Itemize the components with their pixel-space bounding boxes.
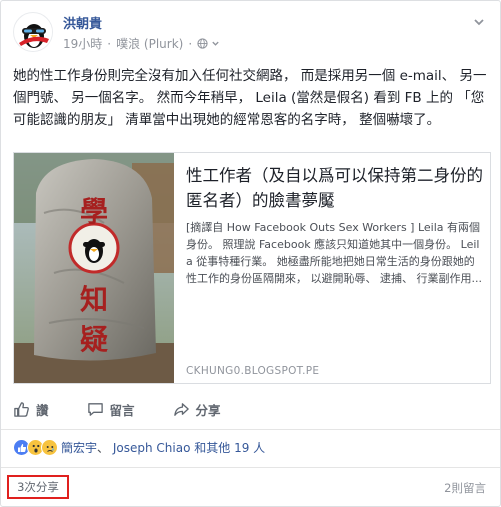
- stone-char-1: 學: [80, 195, 108, 228]
- share-button[interactable]: 分享: [173, 400, 221, 419]
- like-label: 讚: [36, 402, 49, 418]
- meta-separator-2: ·: [188, 36, 193, 51]
- link-domain: CKHUNG0.BLOGSPOT.PE: [186, 365, 320, 377]
- post-text: 她的性工作身份則完全沒有加入任何社交網路， 而是採用另一個 e-mail、 另一…: [13, 68, 487, 128]
- share-arrow-icon: [173, 402, 189, 416]
- share-label: 分享: [195, 402, 221, 418]
- comment-label: 留言: [109, 402, 135, 418]
- sad-reaction-icon: [41, 439, 58, 456]
- reactions-summary[interactable]: 簡宏宇、 Joseph Chiao 和其他 19 人: [13, 439, 265, 456]
- post-actions: 讚 留言 分享: [13, 396, 489, 422]
- stone-char-3: 疑: [80, 323, 108, 356]
- chevron-down-icon[interactable]: [472, 15, 486, 29]
- link-title[interactable]: 性工作者（及自以爲可以保持第二身份的匿名者）的臉書夢魘: [186, 163, 484, 213]
- comment-icon: [87, 402, 103, 416]
- reactor-others[interactable]: 和其他 19 人: [194, 441, 265, 455]
- link-preview-body[interactable]: 性工作者（及自以爲可以保持第二身份的匿名者）的臉書夢魘 [摘譯自 How Fac…: [186, 163, 484, 289]
- author-avatar[interactable]: [13, 12, 53, 52]
- share-count[interactable]: 3次分享: [7, 475, 69, 499]
- author-name[interactable]: 洪朝貴: [63, 13, 102, 32]
- reactor-2[interactable]: Joseph Chiao: [113, 441, 191, 455]
- stone-sign-image: 學 知 疑: [14, 153, 174, 383]
- reaction-icons[interactable]: [13, 439, 58, 456]
- globe-icon[interactable]: [197, 38, 208, 49]
- penguin-avatar-icon: [15, 14, 52, 51]
- link-description: [摘譯自 How Facebook Outs Sex Workers ] Lei…: [186, 221, 482, 285]
- link-preview-card[interactable]: 學 知 疑 性工作者（及自以爲可以保持第二身份的匿名者）的臉書夢魘 [摘譯自 H…: [13, 152, 491, 384]
- post-timestamp[interactable]: 19小時: [63, 35, 102, 52]
- thumbs-up-icon: [14, 401, 29, 417]
- reactor-1[interactable]: 簡宏宇: [61, 441, 97, 455]
- link-preview-image[interactable]: 學 知 疑: [14, 153, 174, 383]
- divider-2: [1, 467, 500, 468]
- divider: [1, 429, 500, 430]
- post-meta: 19小時 · 噗浪 (Plurk) ·: [63, 35, 220, 52]
- meta-separator: ·: [107, 36, 112, 51]
- comment-button[interactable]: 留言: [87, 400, 135, 419]
- post-card: 洪朝貴 19小時 · 噗浪 (Plurk) · 她的性工作身份則完全沒有加入任何…: [0, 0, 501, 507]
- comment-count[interactable]: 2則留言: [444, 480, 486, 496]
- like-button[interactable]: 讚: [13, 400, 49, 419]
- audience-chevron-icon[interactable]: [211, 39, 220, 48]
- stone-char-2: 知: [80, 283, 108, 316]
- reaction-names[interactable]: 簡宏宇、 Joseph Chiao 和其他 19 人: [61, 439, 265, 456]
- reactor-separator: 、: [97, 441, 110, 455]
- post-source[interactable]: 噗浪 (Plurk): [116, 35, 183, 52]
